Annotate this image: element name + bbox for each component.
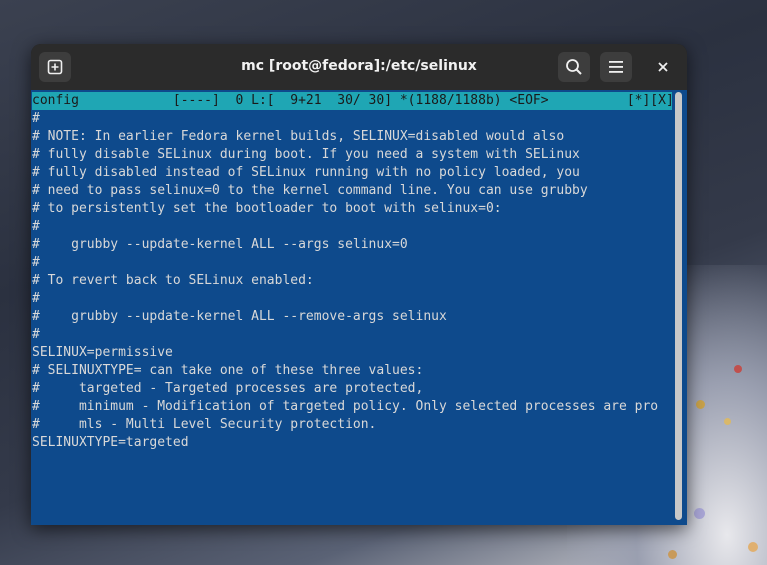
editor-status-line: config [----] 0 L:[ 9+21 30/ 30] *(1188/… (32, 92, 672, 110)
editor-line: # (32, 291, 40, 306)
editor-line: # To revert back to SELinux enabled: (32, 273, 314, 288)
editor-line: # minimum - Modification of targeted pol… (32, 399, 659, 414)
close-icon (658, 62, 668, 72)
editor-line: # grubby --update-kernel ALL --remove-ar… (32, 309, 447, 324)
editor-line: # need to pass selinux=0 to the kernel c… (32, 183, 588, 198)
search-icon (566, 59, 582, 75)
terminal-window: mc [root@fedora]:/etc/selinux config [--… (31, 44, 687, 525)
wallpaper-decoration (694, 508, 705, 519)
editor-line: SELINUXTYPE=targeted (32, 435, 189, 450)
window-titlebar: mc [root@fedora]:/etc/selinux (31, 44, 687, 90)
wallpaper-decoration (748, 542, 758, 552)
editor-line: # fully disabled instead of SELinux runn… (32, 165, 580, 180)
wallpaper-decoration (724, 418, 731, 425)
wallpaper-decoration (696, 400, 705, 409)
editor-line: # to persistently set the bootloader to … (32, 201, 502, 216)
editor-line: # (32, 111, 40, 126)
terminal-scrollbar[interactable] (675, 92, 682, 520)
editor-line: # grubby --update-kernel ALL --args seli… (32, 237, 408, 252)
editor-line: # targeted - Targeted processes are prot… (32, 381, 424, 396)
wallpaper-decoration (668, 550, 677, 559)
menu-button[interactable] (600, 52, 632, 82)
editor-line: # fully disable SELinux during boot. If … (32, 147, 580, 162)
editor-line: # SELINUXTYPE= can take one of these thr… (32, 363, 424, 378)
close-button[interactable] (647, 52, 679, 82)
editor-line: # (32, 219, 40, 234)
hamburger-menu-icon (609, 61, 623, 73)
editor-line: SELINUX=permissive (32, 345, 173, 360)
editor-line: # mls - Multi Level Security protection. (32, 417, 377, 432)
editor-text-area[interactable]: # # NOTE: In earlier Fedora kernel builds… (32, 110, 672, 452)
search-button[interactable] (558, 52, 590, 82)
editor-line: # (32, 255, 40, 270)
editor-line: # NOTE: In earlier Fedora kernel builds,… (32, 129, 565, 144)
mcedit-editor[interactable]: config [----] 0 L:[ 9+21 30/ 30] *(1188/… (31, 90, 687, 525)
wallpaper-decoration (734, 365, 742, 373)
editor-line: # (32, 327, 40, 342)
